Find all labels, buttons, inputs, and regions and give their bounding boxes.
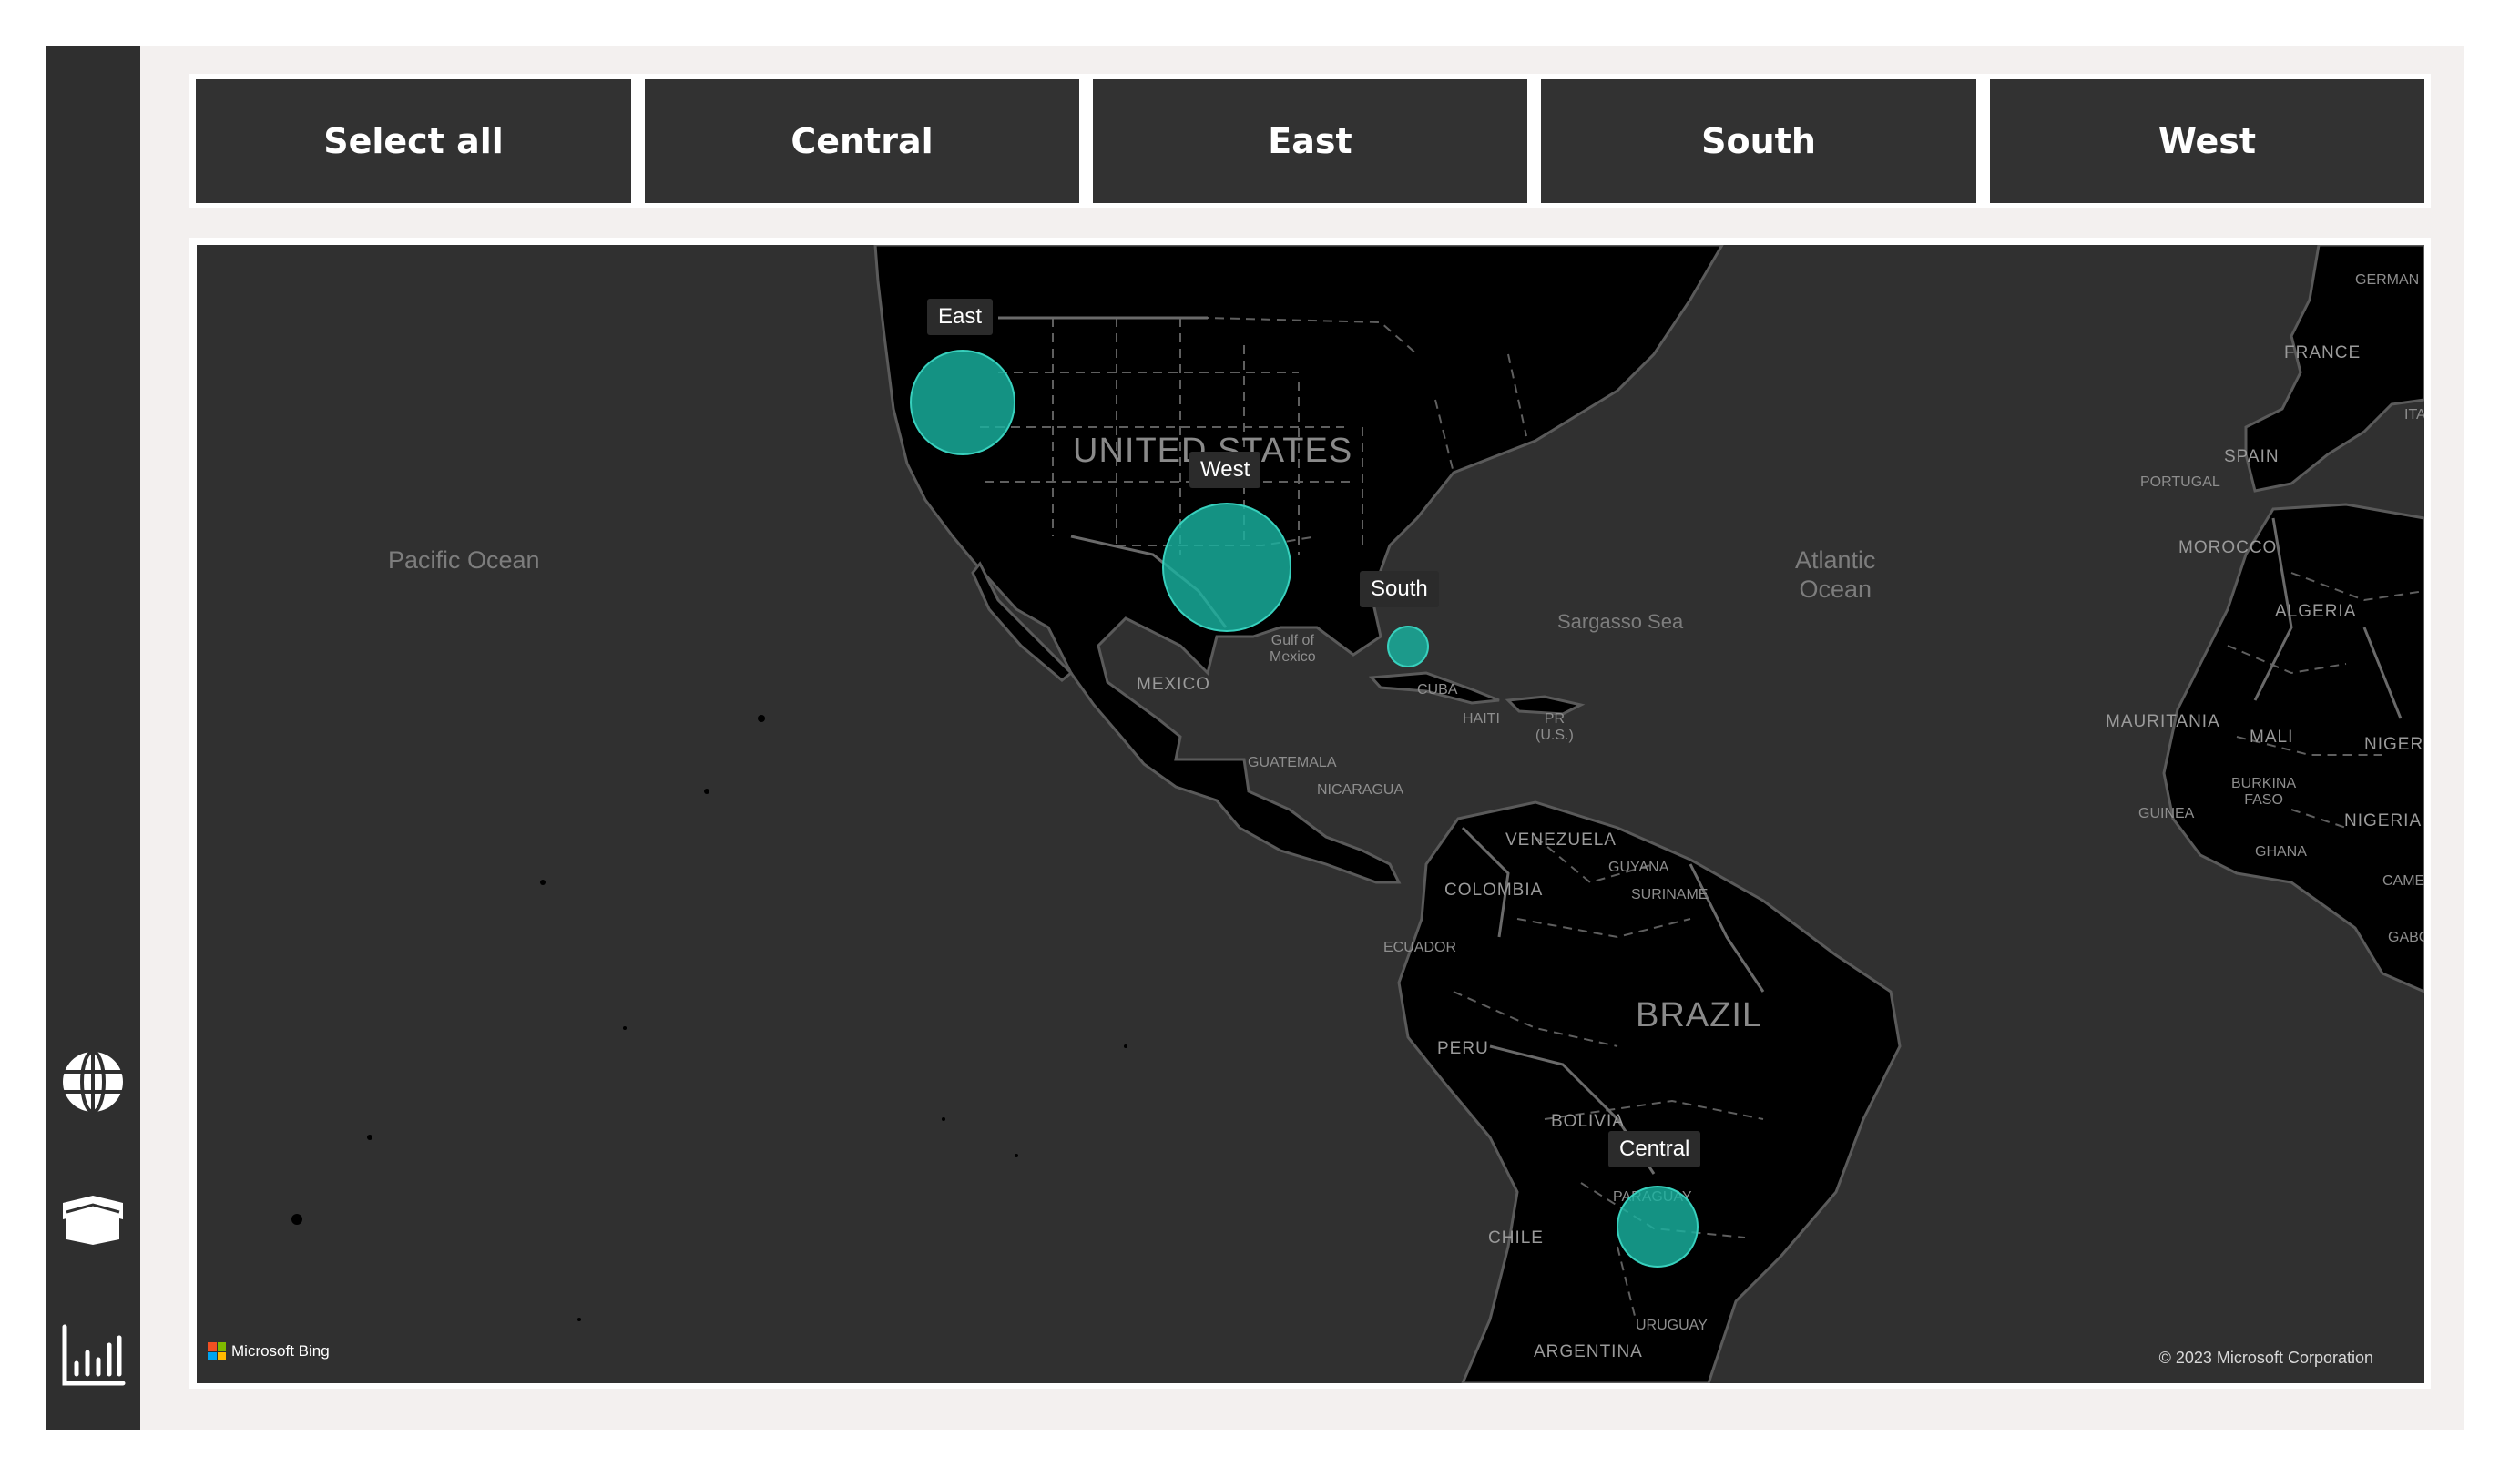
suriname-label: SURINAME [1631,887,1709,902]
bing-attribution-text: Microsoft Bing [231,1342,330,1360]
mauritania-label: MAURITANIA [2106,712,2220,731]
mali-label: MALI [2250,728,2294,747]
bubble-label-south: South [1360,571,1439,607]
bing-map[interactable]: Pacific Ocean Atlantic Ocean Sargasso Se… [197,245,2424,1383]
cuba-label: CUBA [1417,682,1458,698]
atlantic-ocean-label: Atlantic Ocean [1795,545,1876,604]
guatemala-label: GUATEMALA [1248,755,1337,770]
globe-icon [63,1050,123,1114]
nigeria-label: NIGERIA [2344,811,2423,830]
box-icon [63,1196,123,1245]
italy-label: ITA [2404,407,2424,423]
burkina-faso-label: BURKINA FASO [2231,776,2296,809]
north-america-landmass [873,245,1724,884]
box-nav-button[interactable] [46,1173,140,1264]
map-copyright: © 2023 Microsoft Corporation [2158,1349,2373,1367]
colombia-label: COLOMBIA [1444,881,1544,900]
bubble-west[interactable] [1162,503,1291,632]
region-slicer: Select all Central East South West [189,74,2431,208]
bubble-label-west: West [1189,452,1261,488]
slicer-select-all-button[interactable]: Select all [196,79,631,203]
uruguay-label: URUGUAY [1636,1318,1708,1333]
microsoft-logo-icon [208,1342,226,1360]
bubble-central[interactable] [1617,1186,1699,1268]
bar-chart-icon [62,1324,126,1386]
gulf-of-mexico-label: Gulf of Mexico [1270,633,1316,666]
brazil-label: BRAZIL [1636,996,1763,1034]
bar-chart-nav-button[interactable] [46,1309,140,1401]
spain-label: SPAIN [2224,447,2280,466]
slicer-west-button[interactable]: West [1990,79,2424,203]
ghana-label: GHANA [2255,844,2307,860]
bing-attribution: Microsoft Bing [208,1342,330,1360]
morocco-label: MOROCCO [2178,538,2278,557]
nicaragua-label: NICARAGUA [1317,782,1404,798]
chile-label: CHILE [1488,1228,1544,1248]
gulf-label-line1: Gulf of [1270,633,1314,648]
slicer-central-button[interactable]: Central [645,79,1079,203]
ecuador-label: ECUADOR [1383,940,1457,955]
bolivia-label: BOLIVIA [1551,1112,1625,1131]
peru-label: PERU [1437,1039,1489,1058]
sargasso-sea-label: Sargasso Sea [1557,610,1684,633]
atlantic-ocean-label-line2: Ocean [1799,576,1872,603]
pacific-ocean-label: Pacific Ocean [388,546,540,574]
slicer-east-button[interactable]: East [1093,79,1527,203]
argentina-label: ARGENTINA [1534,1342,1643,1361]
germany-label: GERMAN [2355,272,2420,288]
globe-nav-button[interactable] [46,1036,140,1127]
map-visual-frame: Pacific Ocean Atlantic Ocean Sargasso Se… [189,238,2431,1389]
bubble-east[interactable] [910,350,1015,455]
haiti-label: HAITI [1463,711,1500,727]
bubble-label-east: East [927,299,994,335]
mexico-label: MEXICO [1137,675,1210,694]
guyana-label: GUYANA [1608,860,1669,875]
pr-label-line2: (U.S.) [1535,728,1574,743]
france-label: FRANCE [2284,343,2362,362]
gulf-label-line2: Mexico [1270,649,1316,665]
bubble-label-central: Central [1608,1131,1701,1167]
map-basemap [291,245,2424,1383]
burkina-label-line1: BURKINA [2231,776,2297,791]
portugal-label: PORTUGAL [2140,474,2220,490]
report-canvas: Select all Central East South West Pacif… [140,46,2464,1430]
venezuela-label: VENEZUELA [1505,830,1617,850]
slicer-south-button[interactable]: South [1541,79,1976,203]
pr-label-line1: PR [1544,711,1565,727]
gabon-label: GABO [2388,930,2424,945]
cameroon-label: CAMER [2382,873,2424,889]
niger-label: NIGER [2364,735,2424,754]
atlantic-ocean-label-line1: Atlantic [1795,546,1876,574]
puerto-rico-label: PR (U.S.) [1535,711,1574,744]
bubble-south[interactable] [1387,626,1429,667]
algeria-label: ALGERIA [2275,602,2357,621]
left-nav-rail [46,46,140,1430]
burkina-label-line2: FASO [2244,792,2283,808]
guinea-label: GUINEA [2138,806,2195,821]
